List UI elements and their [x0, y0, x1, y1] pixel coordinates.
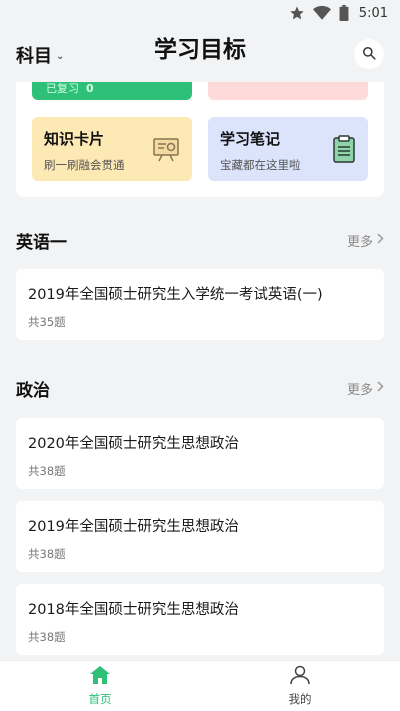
more-link-english[interactable]: 更多 [347, 231, 384, 250]
paper-card[interactable]: 2020年全国硕士研究生思想政治 共38题 [16, 418, 384, 489]
bottom-tab-bar: 首页 我的 [0, 660, 400, 711]
tab-mine[interactable]: 我的 [200, 661, 400, 711]
more-link-politics[interactable]: 更多 [347, 379, 384, 398]
chevron-right-icon [377, 232, 384, 248]
header: 科目 ⌄ 学习目标 [0, 26, 400, 82]
tab-label: 首页 [88, 692, 112, 706]
page-title: 学习目标 [154, 37, 246, 63]
clipboard-icon [332, 135, 356, 167]
study-tools-card: 已复习 0 知识卡片 刷一刷融会贯通 学习笔记 宝藏都在这里啦 [16, 82, 384, 197]
review-progress-tile[interactable]: 已复习 0 [32, 82, 192, 100]
section-header-politics: 政治 更多 [16, 376, 384, 401]
status-bar: 5:01 [0, 0, 400, 26]
section-title: 英语一 [16, 232, 67, 253]
question-count: 共38题 [28, 547, 66, 561]
presentation-board-icon [152, 135, 180, 167]
more-label: 更多 [346, 234, 373, 250]
search-icon [362, 45, 376, 64]
study-notes-tile[interactable]: 学习笔记 宝藏都在这里啦 [208, 117, 368, 181]
paper-title: 2019年全国硕士研究生入学统一考试英语(一) [28, 287, 323, 303]
more-label: 更多 [346, 382, 373, 398]
battery-icon [339, 5, 349, 21]
chevron-right-icon [377, 380, 384, 396]
user-icon [289, 665, 311, 689]
paper-title: 2020年全国硕士研究生思想政治 [28, 436, 239, 452]
home-icon [89, 665, 111, 689]
paper-card[interactable]: 2018年全国硕士研究生思想政治 共38题 [16, 584, 384, 655]
knowledge-cards-tile[interactable]: 知识卡片 刷一刷融会贯通 [32, 117, 192, 181]
paper-title: 2019年全国硕士研究生思想政治 [28, 519, 239, 535]
content-scroll-area[interactable]: 已复习 0 知识卡片 刷一刷融会贯通 学习笔记 宝藏都在这里啦 英语一 更多 2… [0, 82, 400, 660]
question-count: 共38题 [28, 464, 66, 478]
tab-home[interactable]: 首页 [0, 661, 200, 711]
status-time: 5:01 [358, 5, 388, 21]
tab-label: 我的 [288, 692, 312, 706]
paper-card[interactable]: 2019年全国硕士研究生思想政治 共38题 [16, 501, 384, 572]
section-title: 政治 [16, 380, 50, 401]
review-progress-label: 已复习 0 [46, 82, 94, 95]
section-header-english: 英语一 更多 [16, 228, 384, 253]
paper-card[interactable]: 2019年全国硕士研究生入学统一考试英语(一) 共35题 [16, 269, 384, 340]
star-icon [289, 5, 305, 21]
paper-title: 2018年全国硕士研究生思想政治 [28, 602, 239, 618]
question-count: 共35题 [28, 315, 66, 329]
question-count: 共38题 [28, 630, 66, 644]
wrong-questions-tile[interactable] [208, 82, 368, 100]
wifi-icon [312, 5, 331, 21]
search-button[interactable] [354, 39, 384, 69]
